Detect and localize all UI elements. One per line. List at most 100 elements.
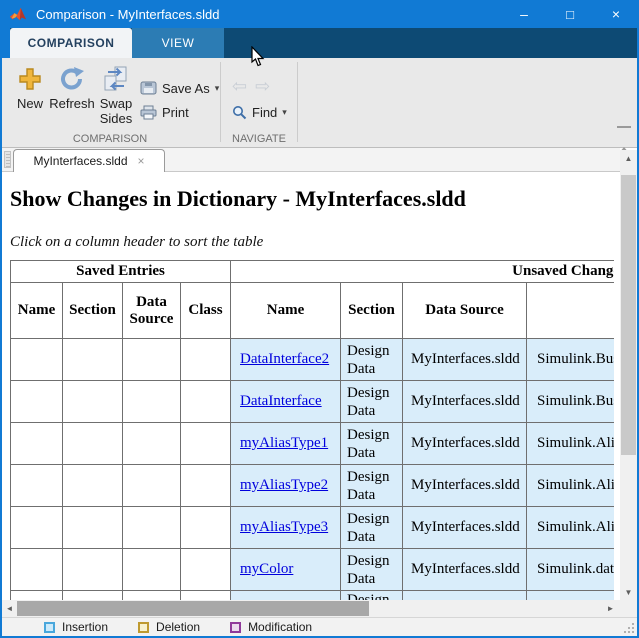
insertion-swatch-icon: [44, 622, 55, 633]
saved-empty-cell: [63, 381, 123, 423]
group-header-saved[interactable]: Saved Entries: [11, 261, 231, 283]
scroll-right-icon[interactable]: ►: [603, 600, 618, 617]
document-tab-label: MyInterfaces.sldd: [33, 154, 127, 168]
unsaved-name-cell: myAliasType3: [231, 507, 341, 549]
mouse-cursor: [251, 46, 265, 67]
collapse-ribbon-icon[interactable]: [617, 126, 631, 148]
ribbon-separator: [220, 62, 221, 142]
unsaved-source-header[interactable]: Data Source: [403, 283, 527, 339]
comparison-table-viewport: Saved Entries Unsaved Changes Name Secti…: [10, 260, 614, 600]
unsaved-source-cell: MyInterfaces.sldd: [403, 465, 527, 507]
entry-link[interactable]: DataInterface2: [240, 351, 329, 367]
saved-source-header[interactable]: Data Source: [123, 283, 181, 339]
resize-grip-icon[interactable]: [624, 623, 634, 633]
unsaved-name-cell: [231, 591, 341, 601]
refresh-icon: [46, 62, 98, 96]
tab-comparison[interactable]: COMPARISON: [10, 28, 132, 58]
minimize-button[interactable]: –: [501, 0, 547, 28]
legend-insertion-label: Insertion: [62, 620, 108, 634]
tabstrip-left-fill: [0, 28, 10, 58]
saved-empty-cell: [63, 549, 123, 591]
scroll-down-icon[interactable]: ▼: [620, 584, 637, 600]
section-label-comparison: COMPARISON: [4, 133, 216, 145]
unsaved-class-header[interactable]: [527, 283, 614, 339]
saved-empty-cell: [181, 591, 231, 601]
saved-empty-cell: [181, 381, 231, 423]
entry-link[interactable]: myAliasType3: [240, 519, 328, 535]
unsaved-source-cell: MyInterfaces.sldd: [403, 549, 527, 591]
unsaved-section-cell: Design Data: [341, 549, 403, 591]
entry-link[interactable]: myAliasType1: [240, 435, 328, 451]
saved-class-header[interactable]: Class: [181, 283, 231, 339]
sort-hint-text: Click on a column header to sort the tab…: [10, 234, 263, 251]
drag-grip[interactable]: [4, 151, 11, 168]
entry-link[interactable]: myColor: [240, 561, 293, 577]
document-tab[interactable]: MyInterfaces.sldd ×: [13, 149, 165, 172]
legend-deletion-label: Deletion: [156, 620, 200, 634]
modification-swatch-icon: [230, 622, 241, 633]
unsaved-name-cell: myAliasType1: [231, 423, 341, 465]
find-button[interactable]: Find ▾: [232, 102, 287, 122]
unsaved-name-cell: myColor: [231, 549, 341, 591]
unsaved-section-cell: Design Data: [341, 591, 403, 601]
unsaved-name-cell: myAliasType2: [231, 465, 341, 507]
find-dropdown-icon: ▾: [282, 107, 287, 118]
horizontal-scrollbar-thumb[interactable]: [17, 601, 369, 616]
saved-empty-cell: [11, 465, 63, 507]
legend-insertion: Insertion: [44, 620, 108, 634]
unsaved-name-header[interactable]: Name: [231, 283, 341, 339]
back-icon[interactable]: ⇦: [232, 76, 247, 97]
unsaved-source-cell: MyInterfaces.sldd: [403, 381, 527, 423]
column-header-row: Name Section Data Source Class Name Sect…: [11, 283, 615, 339]
group-header-unsaved[interactable]: Unsaved Changes: [231, 261, 614, 283]
document-tab-close-icon[interactable]: ×: [138, 154, 145, 168]
table-row-partial: Design Data: [11, 591, 615, 601]
print-button[interactable]: Print: [140, 102, 189, 122]
vertical-scrollbar[interactable]: ▲ ▼: [620, 150, 637, 600]
table-body: DataInterface2Design DataMyInterfaces.sl…: [11, 339, 615, 601]
save-as-icon: [140, 81, 157, 95]
saved-empty-cell: [123, 381, 181, 423]
refresh-button[interactable]: Refresh: [46, 62, 98, 111]
saved-empty-cell: [63, 339, 123, 381]
unsaved-class-cell: Simulink.Alias: [527, 507, 614, 549]
unsaved-section-cell: Design Data: [341, 339, 403, 381]
saved-name-header[interactable]: Name: [11, 283, 63, 339]
entry-link[interactable]: myAliasType2: [240, 477, 328, 493]
find-icon: [232, 105, 247, 120]
scroll-left-icon[interactable]: ◄: [2, 600, 17, 617]
legend-deletion: Deletion: [138, 620, 200, 634]
vertical-scrollbar-thumb[interactable]: [621, 175, 636, 455]
page-title: Show Changes in Dictionary - MyInterface…: [10, 186, 466, 212]
tab-view[interactable]: VIEW: [132, 28, 224, 58]
entry-link[interactable]: DataInterface: [240, 393, 322, 409]
saved-empty-cell: [181, 465, 231, 507]
save-as-button[interactable]: Save As ▾: [140, 78, 219, 98]
scroll-up-icon[interactable]: ▲: [620, 150, 637, 166]
unsaved-name-cell: DataInterface: [231, 381, 341, 423]
legend-modification: Modification: [230, 620, 312, 634]
unsaved-class-cell: Simulink.Alias: [527, 423, 614, 465]
table-row: myAliasType2Design DataMyInterfaces.sldd…: [11, 465, 615, 507]
maximize-button[interactable]: □: [547, 0, 593, 28]
table-row: DataInterface2Design DataMyInterfaces.sl…: [11, 339, 615, 381]
save-as-dropdown-icon: ▾: [215, 83, 220, 94]
matlab-logo-icon: [9, 5, 27, 23]
saved-section-header[interactable]: Section: [63, 283, 123, 339]
deletion-swatch-icon: [138, 622, 149, 633]
section-label-navigate: NAVIGATE: [222, 133, 296, 145]
saved-empty-cell: [63, 465, 123, 507]
saved-empty-cell: [123, 549, 181, 591]
saved-empty-cell: [123, 591, 181, 601]
comparison-table: Saved Entries Unsaved Changes Name Secti…: [10, 260, 614, 600]
unsaved-class-cell: [527, 591, 614, 601]
unsaved-section-cell: Design Data: [341, 423, 403, 465]
forward-icon[interactable]: ⇨: [255, 76, 270, 97]
unsaved-class-cell: Simulink.Bus: [527, 381, 614, 423]
unsaved-section-header[interactable]: Section: [341, 283, 403, 339]
horizontal-scrollbar[interactable]: ◄ ►: [2, 600, 637, 617]
swap-sides-button[interactable]: SwapSides: [94, 62, 138, 126]
close-button[interactable]: ×: [593, 0, 639, 28]
window-controls: – □ ×: [501, 0, 639, 28]
saved-empty-cell: [123, 339, 181, 381]
